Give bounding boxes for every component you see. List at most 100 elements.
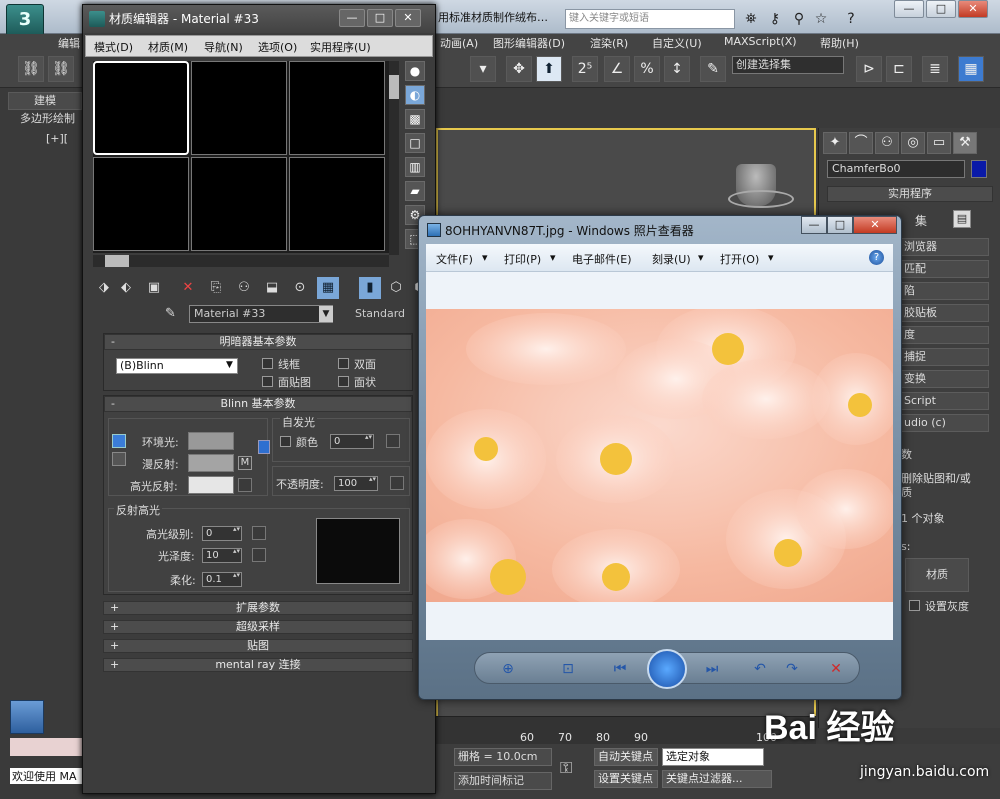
utilities-rollout-header[interactable]: 实用程序 (827, 186, 993, 202)
menu-graph-editors[interactable]: 图形编辑器(D) (493, 35, 565, 51)
faceted-checkbox[interactable] (338, 376, 349, 387)
menu-rendering[interactable]: 渲染(R) (590, 35, 628, 51)
placement-icon[interactable]: ⬆ (536, 56, 562, 82)
slots-vscroll[interactable] (389, 61, 399, 255)
scene-explorer-icon[interactable]: ▦ (958, 56, 984, 82)
rotate-left-icon[interactable]: ↶ (749, 660, 771, 678)
key-selection-dropdown[interactable]: 选定对象 (662, 748, 764, 766)
shader-type-dropdown[interactable]: (B)Blinn (116, 358, 238, 374)
utility-btn-2[interactable]: 陷 (899, 282, 989, 300)
background-icon[interactable]: ▩ (405, 109, 425, 129)
viewer-menu-burn[interactable]: 刻录(U) (652, 251, 691, 267)
utility-btn-5[interactable]: 捕捉 (899, 348, 989, 366)
viewer-menu-email[interactable]: 电子邮件(E) (572, 251, 632, 267)
mat-close-button[interactable]: ✕ (395, 9, 421, 27)
viewer-burn-arrow-icon[interactable]: ▾ (698, 251, 704, 264)
utility-btn-3[interactable]: 胶贴板 (899, 304, 989, 322)
previous-icon[interactable]: ⏮ (609, 660, 631, 678)
angle-snap-icon[interactable]: ∠ (604, 56, 630, 82)
time-slider-track[interactable]: 60 70 80 90 100 (436, 716, 816, 744)
utility-btn-0[interactable]: 浏览器 (899, 238, 989, 256)
select-filter-icon[interactable]: ▾ (470, 56, 496, 82)
wire-checkbox[interactable] (262, 358, 273, 369)
mental-ray-rollout[interactable]: + mental ray 连接 (103, 658, 413, 672)
backlight-icon[interactable]: ◐ (405, 85, 425, 105)
glossiness-map-button[interactable] (252, 548, 266, 562)
auto-key-button[interactable]: 自动关键点 (594, 748, 658, 766)
go-to-parent-icon[interactable]: ⬡ (385, 277, 407, 299)
viewer-help-icon[interactable]: ? (869, 250, 884, 265)
sample-slot-1[interactable] (93, 61, 189, 155)
opacity-spinner[interactable]: 100 (334, 476, 378, 491)
menu-customize[interactable]: 自定义(U) (652, 35, 702, 51)
video-color-check-icon[interactable]: ▥ (405, 157, 425, 177)
sample-slot-3[interactable] (289, 61, 385, 155)
self-illum-color-checkbox[interactable] (280, 436, 291, 447)
script-listener-bar[interactable] (10, 738, 82, 756)
ribbon-tab-modeling[interactable]: 建模 (8, 92, 82, 110)
self-illum-map-button[interactable] (386, 434, 400, 448)
copy-material-icon[interactable]: ⎘ (205, 277, 227, 299)
glossiness-spinner[interactable]: 10 (202, 548, 242, 563)
motion-tab-icon[interactable]: ◎ (901, 132, 925, 154)
percent-snap-icon[interactable]: % (634, 56, 660, 82)
mat-menu-mode[interactable]: 模式(D) (94, 39, 133, 55)
extended-params-rollout[interactable]: + 扩展参数 (103, 601, 413, 615)
mirror-icon[interactable]: ⊳ (856, 56, 882, 82)
maximize-button[interactable]: □ (926, 0, 956, 18)
delete-icon[interactable]: ✕ (825, 660, 847, 678)
viewer-menu-open[interactable]: 打开(O) (720, 251, 759, 267)
utilities-tab-icon[interactable]: ⚒ (953, 132, 977, 154)
pin-icon[interactable]: ⚲ (790, 10, 808, 28)
viewport-layout-icon[interactable] (10, 700, 44, 734)
key-filters-button[interactable]: 关键点过滤器... (662, 770, 772, 788)
layer-icon[interactable]: ≣ (922, 56, 948, 82)
rotate-right-icon[interactable]: ↷ (781, 660, 803, 678)
make-unique-icon[interactable]: ⚇ (233, 277, 255, 299)
sample-slot-2[interactable] (191, 61, 287, 155)
snap-icon[interactable]: 2⁵ (572, 56, 598, 82)
lock-diffuse-specular-icon[interactable] (112, 452, 126, 466)
uv-tiling-icon[interactable]: □ (405, 133, 425, 153)
binoculars-icon[interactable]: ⛯ (742, 10, 760, 28)
viewer-menu-file[interactable]: 文件(F) (436, 251, 473, 267)
specular-map-button[interactable] (238, 478, 252, 492)
mat-menu-utilities[interactable]: 实用程序(U) (310, 39, 371, 55)
slots-hscroll[interactable] (93, 255, 389, 267)
diffuse-color-swatch[interactable] (188, 454, 234, 472)
set-gray-checkbox[interactable] (909, 600, 920, 611)
viewer-close-button[interactable]: ✕ (853, 216, 897, 234)
max-app-logo[interactable]: 3 (6, 4, 44, 36)
key-icon[interactable]: ⚷ (766, 10, 784, 28)
ribbon-subtab[interactable]: 多边形绘制 (20, 110, 82, 126)
utility-btn-8[interactable]: udio (c) (899, 414, 989, 432)
menu-edit[interactable]: 编辑 (58, 35, 80, 51)
zoom-icon[interactable]: ⊕ (497, 660, 519, 678)
viewer-open-arrow-icon[interactable]: ▾ (768, 251, 774, 264)
spec-level-map-button[interactable] (252, 526, 266, 540)
shader-dropdown-arrow[interactable]: ▼ (226, 360, 233, 370)
next-icon[interactable]: ⏭ (701, 660, 723, 678)
utility-btn-1[interactable]: 匹配 (899, 260, 989, 278)
reset-map-icon[interactable]: ✕ (177, 277, 199, 299)
modify-tab-icon[interactable]: ⌒ (849, 132, 873, 154)
sample-slot-4[interactable] (93, 157, 189, 251)
menu-help[interactable]: 帮助(H) (820, 35, 859, 51)
add-time-tag-button[interactable]: 添加时间标记 (454, 772, 552, 790)
sample-type-icon[interactable]: ● (405, 61, 425, 81)
display-tab-icon[interactable]: ▭ (927, 132, 951, 154)
clear-material-button[interactable]: 材质 (905, 558, 969, 592)
ambient-color-swatch[interactable] (188, 432, 234, 450)
two-sided-checkbox[interactable] (338, 358, 349, 369)
move-icon[interactable]: ✥ (506, 56, 532, 82)
lock-ambient-diffuse-icon[interactable] (112, 434, 126, 448)
fit-icon[interactable]: ⊡ (557, 660, 579, 678)
sample-slot-5[interactable] (191, 157, 287, 251)
show-end-result-icon[interactable]: ▮ (359, 277, 381, 299)
mat-maximize-button[interactable]: □ (367, 9, 393, 27)
specular-color-swatch[interactable] (188, 476, 234, 494)
close-button[interactable]: ✕ (958, 0, 988, 18)
viewer-print-arrow-icon[interactable]: ▾ (550, 251, 556, 264)
hierarchy-tab-icon[interactable]: ⚇ (875, 132, 899, 154)
shader-rollout-header[interactable]: - 明暗器基本参数 (104, 334, 412, 350)
